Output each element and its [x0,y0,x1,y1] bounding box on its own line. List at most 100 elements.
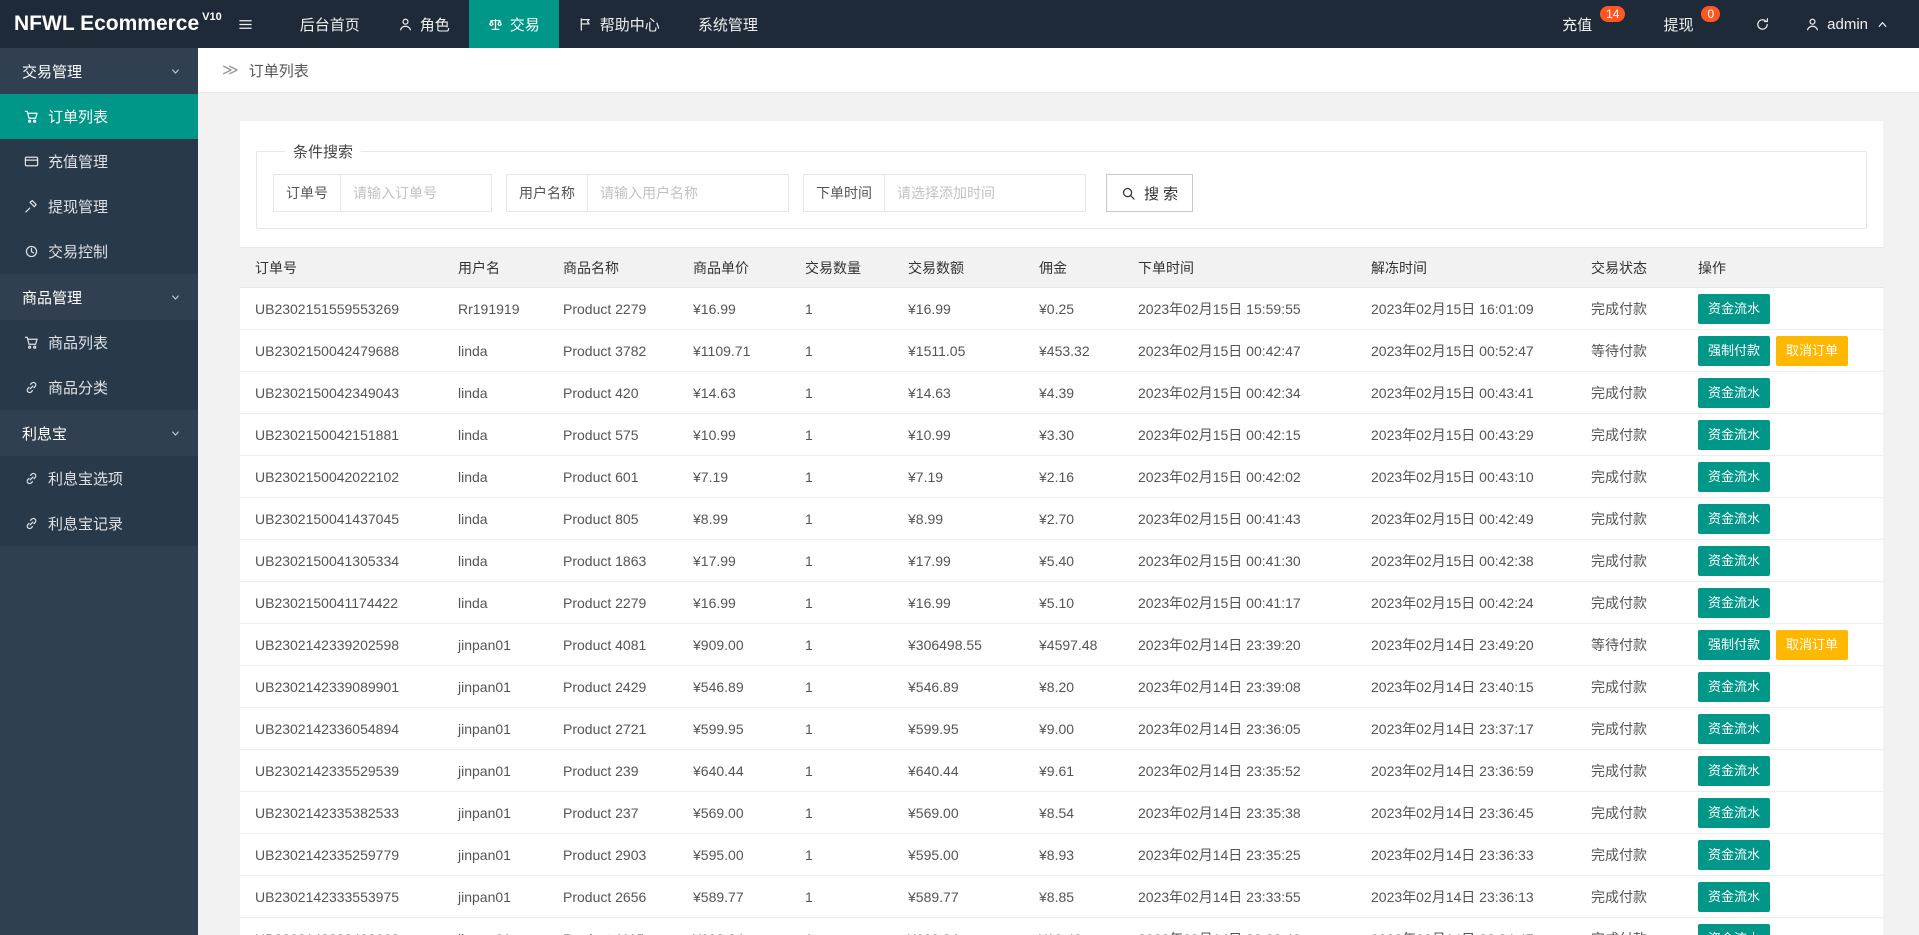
sidebar-group-trade-manage[interactable]: 交易管理 [0,48,198,94]
sidebar-item-goods-list[interactable]: 商品列表 [0,320,198,365]
cell-qty: 1 [790,749,893,792]
app-logo: NFWL Ecommerce V10 [0,0,222,48]
sidebar-item-order-list[interactable]: 订单列表 [0,94,198,139]
sidebar-label: 提现管理 [48,199,109,216]
force-pay-button[interactable]: 强制付款 [1698,335,1771,366]
table-row: UB2302150042022102 linda Product 601 ¥7.19 1… [240,455,1884,498]
cell-order-time: 2023年02月15日 00:41:17 [1123,581,1356,624]
sidebar-item-goods-category[interactable]: 商品分类 [0,365,198,410]
app: NFWL Ecommerce V10 后台首页 角色 交易 帮助中心 系统管理 充值 14 … [0,0,1919,935]
table-row: UB2302150042479688 linda Product 3782 ¥1109… [240,329,1884,372]
fund-flow-button[interactable]: 资金流水 [1698,503,1771,534]
cell-status: 完成付款 [1576,875,1683,918]
topnav-roles[interactable]: 角色 [379,0,469,48]
order-time-input[interactable] [884,174,1086,212]
fund-flow-button[interactable]: 资金流水 [1698,587,1771,618]
fund-flow-button[interactable]: 资金流水 [1698,881,1771,912]
cell-commission: ¥453.32 [1024,329,1123,372]
cell-status: 完成付款 [1576,539,1683,582]
fund-flow-button[interactable]: 资金流水 [1698,839,1771,870]
sidebar-item-withdraw-manage[interactable]: 提现管理 [0,184,198,229]
recharge-badge: 14 [1600,6,1626,22]
cell-price: ¥1109.71 [678,329,790,372]
fund-flow-button[interactable]: 资金流水 [1698,377,1771,408]
fund-flow-button[interactable]: 资金流水 [1698,461,1771,492]
cancel-order-button[interactable]: 取消订单 [1776,629,1849,660]
cell-status: 完成付款 [1576,287,1683,330]
sidebar-group-goods-manage[interactable]: 商品管理 [0,274,198,320]
cell-commission: ¥8.93 [1024,833,1123,876]
topnav-help-center[interactable]: 帮助中心 [559,0,679,48]
topnav-trade[interactable]: 交易 [468,0,559,48]
fund-flow-button[interactable]: 资金流水 [1698,545,1771,576]
sidebar-item-recharge-manage[interactable]: 充值管理 [0,139,198,184]
fund-flow-button[interactable]: 资金流水 [1698,293,1771,324]
cell-order-time: 2023年02月15日 00:41:30 [1123,539,1356,582]
menu-toggle-button[interactable] [222,0,269,48]
fund-flow-button[interactable]: 资金流水 [1698,755,1771,786]
cell-product: Product 237 [548,791,678,834]
cell-actions: 资金流水 [1683,917,1884,935]
cell-order-time: 2023年02月15日 00:42:15 [1123,413,1356,456]
cell-order-time: 2023年02月14日 23:39:08 [1123,665,1356,708]
topnav-home[interactable]: 后台首页 [281,0,379,48]
fund-flow-button[interactable]: 资金流水 [1698,923,1771,935]
user-icon [1805,17,1820,32]
fund-flow-button[interactable]: 资金流水 [1698,671,1771,702]
cell-product: Product 805 [548,497,678,540]
cell-commission: ¥8.85 [1024,875,1123,918]
cell-username: linda [443,413,548,456]
topnav-withdraw[interactable]: 提现 0 [1644,0,1739,48]
cell-status: 完成付款 [1576,371,1683,414]
cell-qty: 1 [790,833,893,876]
card-icon [24,154,39,169]
cell-unfreeze-time: 2023年02月15日 00:42:49 [1356,497,1576,540]
cell-qty: 1 [790,623,893,666]
fund-flow-button[interactable]: 资金流水 [1698,419,1771,450]
order-table: 订单号 用户名 商品名称 商品单价 交易数量 交易数额 佣金 下单时间 解冻时间 交易状态 操作 U… [240,247,1884,935]
cell-amount: ¥7.19 [893,455,1024,498]
username-input[interactable] [587,174,789,212]
topnav-system-manage[interactable]: 系统管理 [679,0,777,48]
order-no-label: 订单号 [273,174,341,212]
sidebar-item-lixibao-options[interactable]: 利息宝选项 [0,456,198,501]
cell-qty: 1 [790,371,893,414]
cell-product: Product 2279 [548,581,678,624]
sidebar-group-lixibao[interactable]: 利息宝 [0,410,198,456]
cell-qty: 1 [790,875,893,918]
cell-qty: 1 [790,539,893,582]
sidebar: 交易管理 订单列表 充值管理提现管理交易控制 商品管理 商品列表 商品分类 利息宝 利息宝选项… [0,48,198,935]
fund-flow-button[interactable]: 资金流水 [1698,713,1771,744]
cell-actions: 资金流水 [1683,875,1884,918]
topbar: NFWL Ecommerce V10 后台首页 角色 交易 帮助中心 系统管理 充值 14 … [0,0,1919,48]
sidebar-item-lixibao-records[interactable]: 利息宝记录 [0,501,198,546]
force-pay-button[interactable]: 强制付款 [1698,629,1771,660]
table-row: UB2302142223402663jinpan01Product 1115¥6… [240,917,1884,935]
cell-username: jinpan01 [443,749,548,792]
sidebar-item-trade-control[interactable]: 交易控制 [0,229,198,274]
search-icon [1121,186,1136,201]
fund-flow-button[interactable]: 资金流水 [1698,797,1771,828]
cell-price: ¥16.99 [678,581,790,624]
order-no-input[interactable] [340,174,492,212]
search-form: 订单号 用户名称 下单时间 搜 索 [273,174,1850,212]
topnav-recharge[interactable]: 充值 14 [1543,0,1644,48]
cell-unfreeze-time: 2023年02月14日 22:24:47 [1356,917,1576,935]
table-row: UB2302142335529539 jinpan01 Product 239 ¥64… [240,749,1884,792]
cell-commission: ¥2.16 [1024,455,1123,498]
cart-icon [24,335,39,350]
refresh-button[interactable] [1739,0,1786,48]
cell-status: 完成付款 [1576,833,1683,876]
cell-status: 完成付款 [1576,749,1683,792]
user-menu[interactable]: admin [1786,0,1909,48]
search-button[interactable]: 搜 索 [1106,174,1194,212]
cell-status: 等待付款 [1576,329,1683,372]
balance-icon [488,17,503,32]
cell-unfreeze-time: 2023年02月14日 23:36:33 [1356,833,1576,876]
cancel-order-button[interactable]: 取消订单 [1776,335,1849,366]
cell-product: Product 2279 [548,287,678,330]
cell-actions: 强制付款 取消订单 [1683,329,1884,372]
cell-username: jinpan01 [443,875,548,918]
cell-unfreeze-time: 2023年02月15日 00:42:24 [1356,581,1576,624]
cell-order-time: 2023年02月14日 23:35:25 [1123,833,1356,876]
